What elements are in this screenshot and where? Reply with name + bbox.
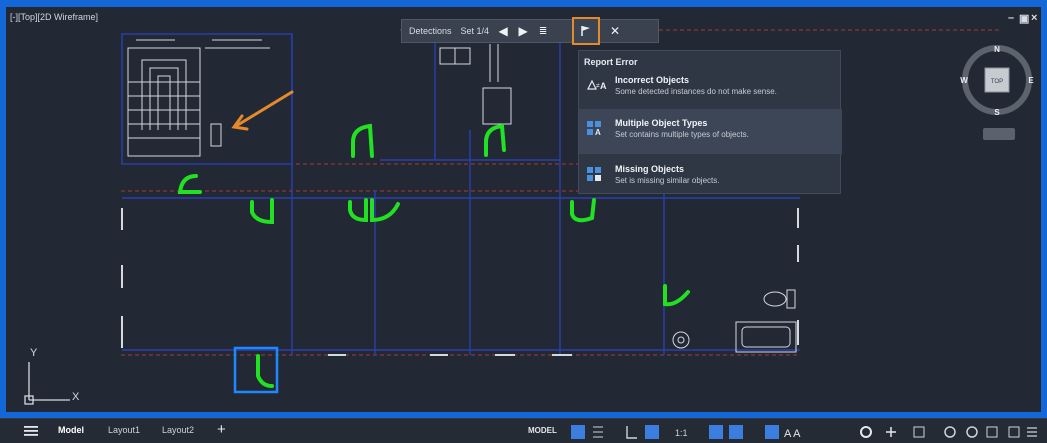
viewport-label[interactable]: [-][Top][2D Wireframe] (10, 12, 98, 22)
otrack-icon (729, 425, 743, 439)
menu-item-missing-objects[interactable]: Missing Objects Set is missing similar o… (579, 155, 842, 200)
units-icon (913, 426, 925, 438)
menu-item-incorrect-objects[interactable]: ≠ A Incorrect Objects Some detected inst… (579, 66, 842, 111)
axis-y-label: Y (30, 347, 38, 359)
multiple-types-icon: A (587, 121, 601, 137)
polar-icon (645, 425, 659, 439)
set-counter: Set 1/4 (460, 26, 490, 36)
arrow-right-icon: ▶ (518, 24, 528, 38)
clean-screen-icon (986, 426, 998, 438)
detections-toolbar: Detections Set 1/4 ◀ ▶ ≣ ··· ✕ (401, 19, 659, 43)
missing-objects-icon (587, 167, 601, 181)
plus-icon (886, 427, 896, 437)
svg-text:A: A (595, 128, 601, 137)
report-error-button[interactable] (572, 17, 600, 45)
flag-icon (581, 26, 590, 36)
detections-label: Detections (409, 26, 452, 36)
multiple-types-desc: Set contains multiple types of objects. (615, 130, 749, 139)
wcs-menu-button[interactable] (983, 128, 1015, 140)
osnap-icon (709, 425, 723, 439)
incorrect-objects-desc: Some detected instances do not make sens… (615, 87, 777, 96)
previous-set-button[interactable]: ◀ (493, 21, 513, 41)
close-icon: ✕ (610, 24, 621, 38)
viewcube-top[interactable]: TOP (991, 79, 1003, 85)
hardware-icon (966, 426, 978, 438)
pointer-arrow (231, 90, 294, 131)
add-layout-button[interactable]: + (217, 421, 226, 438)
tab-layout1[interactable]: Layout1 (108, 425, 140, 435)
svg-text:A: A (600, 81, 607, 91)
incorrect-objects-icon: ≠ A (587, 79, 607, 91)
arrow-left-icon: ◀ (498, 24, 508, 38)
status-tools[interactable]: 1:1 A A (569, 424, 1039, 440)
scale-value: 1:1 (675, 428, 688, 438)
viewcube[interactable]: TOP N S E W (955, 40, 1039, 124)
ortho-icon (626, 426, 637, 439)
ucs-axes (24, 362, 70, 405)
grid-icon (571, 425, 585, 439)
tab-model[interactable]: Model (58, 425, 84, 435)
list-view-button[interactable]: ≣ (533, 21, 553, 41)
compass-west[interactable]: W (960, 76, 968, 85)
incorrect-objects-title: Incorrect Objects (615, 75, 690, 85)
close-toolbar-button[interactable]: ✕ (605, 21, 625, 41)
multiple-types-title: Multiple Object Types (615, 118, 708, 128)
selected-door-symbol (256, 354, 274, 388)
status-bar: Model Layout1 Layout2 + MODEL 1:1 A A (0, 418, 1047, 443)
next-set-button[interactable]: ▶ (513, 21, 533, 41)
customize-icon (1027, 427, 1037, 437)
annotation-scale-icon: A A (784, 428, 801, 440)
compass-east[interactable]: E (1028, 76, 1034, 85)
menu-item-multiple-object-types[interactable]: A Multiple Object Types Set contains mul… (579, 109, 842, 154)
isolate-icon (944, 426, 956, 438)
missing-objects-title: Missing Objects (615, 164, 685, 174)
workspace-gear-icon (860, 426, 873, 438)
annotation-icon (765, 425, 779, 439)
model-space-label[interactable]: MODEL (528, 426, 557, 435)
floor-plan-drawing[interactable]: Y X (0, 0, 1047, 418)
compass-south[interactable]: S (994, 108, 1000, 117)
axis-x-label: X (72, 391, 80, 403)
compass-north[interactable]: N (994, 45, 1000, 54)
fullscreen-icon (1008, 426, 1020, 438)
close-viewport-button[interactable]: × (1031, 12, 1037, 24)
snap-icon (593, 426, 603, 438)
report-error-menu: Report Error ≠ A Incorrect Objects Some … (578, 50, 842, 194)
tab-layout2[interactable]: Layout2 (162, 425, 194, 435)
missing-objects-desc: Set is missing similar objects. (615, 176, 720, 185)
minimize-button[interactable]: – (1008, 12, 1014, 24)
hamburger-icon[interactable] (24, 425, 38, 437)
list-icon: ≣ (538, 25, 548, 37)
restore-button[interactable]: ▣ (1019, 12, 1029, 25)
